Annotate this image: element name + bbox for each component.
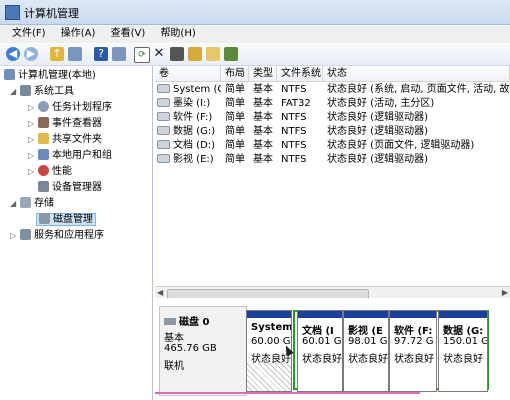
tree-services[interactable]: ▷ 服务和应用程序 [10,228,104,244]
partition-data[interactable]: 数据 (G: 150.01 G 状态良好 [438,310,488,392]
partition-band [344,311,388,318]
search-icon[interactable] [206,47,220,61]
partition-video[interactable]: 影视 (E 98.01 G 状态良好 [343,310,389,392]
clock-icon [38,101,49,112]
tree-event-viewer[interactable]: ▷ 事件查看器 [28,116,102,132]
collapse-arrow-icon[interactable]: ◢ [10,84,20,100]
partition-documents[interactable]: 文档 (I 60.01 G 状态良好 [297,310,343,392]
active-hatch [247,363,291,391]
title-bar: 计算机管理 [0,0,510,25]
expand-arrow-icon[interactable]: ▷ [10,228,20,244]
services-icon [20,229,31,240]
collapse-arrow-icon[interactable]: ◢ [10,196,20,212]
partition-band [390,311,436,318]
rescan-icon[interactable] [188,47,202,61]
properties-icon[interactable] [112,47,126,61]
volume-row[interactable]: 数据 (G:) 简单 基本 NTFS 状态良好 (逻辑驱动器) [155,125,510,139]
column-header-status[interactable]: 状态 [323,66,510,82]
tree-storage[interactable]: ◢ 存储 [10,196,54,212]
disk-info-box[interactable]: 磁盘 0 基本 465.76 GB 联机 [159,306,247,396]
tree-performance[interactable]: ▷ 性能 [28,164,72,180]
disk-management-icon [39,213,50,224]
volume-row[interactable]: 墨染 (I:) 简单 基本 FAT32 状态良好 (活动, 主分区) [155,97,510,111]
open-icon[interactable] [170,47,184,61]
partition-band [298,311,342,318]
refresh-icon[interactable]: ⟳ [134,47,150,63]
storage-icon [20,197,31,208]
tree-system-tools[interactable]: ◢ 系统工具 [10,84,74,100]
show-hide-tree-icon[interactable] [68,47,82,61]
forward-icon[interactable]: ▶ [24,47,38,61]
volume-row[interactable]: System (C:) 简单 基本 NTFS 状态良好 (系统, 启动, 页面文… [155,83,510,97]
performance-icon [38,165,49,176]
disk-graphical-view: 磁盘 0 基本 465.76 GB 联机 System 60.00 G 状态良好… [155,298,510,400]
shared-folder-icon [38,133,49,144]
tree-root[interactable]: 计算机管理(本地) [4,68,96,84]
drive-icon [157,98,170,107]
drive-icon [157,126,170,135]
partition-software[interactable]: 软件 (F: 97.72 G 状态良好 [389,310,437,392]
device-manager-icon [38,181,49,192]
help-icon[interactable]: ? [94,47,108,61]
event-viewer-icon [38,117,49,128]
volume-list: 卷 布局 类型 文件系统 状态 System (C:) 简单 基本 NTFS 状… [155,66,510,286]
expand-arrow-icon[interactable]: ▷ [28,164,38,180]
drive-icon [157,154,170,163]
disk-state: 联机 [164,361,184,372]
expand-arrow-icon[interactable]: ▷ [28,148,38,164]
drive-icon [157,112,170,121]
computer-icon [4,69,15,80]
column-header-volume[interactable]: 卷 [155,66,221,82]
disk-size: 465.76 GB [164,343,217,354]
back-icon[interactable]: ◀ [6,47,20,61]
tools-icon [20,85,31,96]
expand-arrow-icon[interactable]: ▷ [28,116,38,132]
volume-row[interactable]: 软件 (F:) 简单 基本 NTFS 状态良好 (逻辑驱动器) [155,111,510,125]
window-title: 计算机管理 [24,7,79,20]
menu-bar: 文件(F) 操作(A) 查看(V) 帮助(H) [0,25,510,43]
delete-icon[interactable]: ✕ [152,47,166,61]
menu-file[interactable]: 文件(F) [12,25,46,43]
action-icon[interactable] [224,47,238,61]
partition-band [247,311,291,318]
menu-view[interactable]: 查看(V) [111,25,146,43]
tree-task-scheduler[interactable]: ▷ 任务计划程序 [28,100,112,116]
disk-icon [164,318,176,325]
column-header-layout[interactable]: 布局 [221,66,249,82]
up-icon[interactable]: ↑ [50,47,64,61]
selection-outline [155,392,420,394]
drive-icon [157,84,170,93]
volume-row[interactable]: 影视 (E:) 简单 基本 NTFS 状态良好 (逻辑驱动器) [155,153,510,167]
tree-device-manager[interactable]: 设备管理器 [38,180,102,196]
expand-arrow-icon[interactable]: ▷ [28,100,38,116]
disk-type: 基本 [164,333,184,344]
tree-disk-management[interactable]: 磁盘管理 [36,212,96,228]
volume-row[interactable]: 文档 (D:) 简单 基本 NTFS 状态良好 (页面文件, 逻辑驱动器) [155,139,510,153]
navigation-tree: 计算机管理(本地) ◢ 系统工具 ▷ 任务计划程序 ▷ 事件查看器 ▷ 共享文件夹 ▷ 本… [0,66,153,400]
toolbar: ◀ ▶ ↑ ? ⟳ ✕ [0,43,510,66]
menu-action[interactable]: 操作(A) [61,25,96,43]
users-icon [38,149,49,160]
tree-shared-folders[interactable]: ▷ 共享文件夹 [28,132,102,148]
column-header-filesystem[interactable]: 文件系统 [277,66,323,82]
menu-help[interactable]: 帮助(H) [160,25,195,43]
disk-label: 磁盘 0 [164,313,209,328]
expand-arrow-icon[interactable]: ▷ [28,132,38,148]
drive-icon [157,140,170,149]
tree-local-users[interactable]: ▷ 本地用户和组 [28,148,112,164]
column-header-type[interactable]: 类型 [249,66,277,82]
partition-band [439,311,487,318]
computer-management-icon [5,5,20,20]
tree-selection: 磁盘管理 [36,213,96,226]
